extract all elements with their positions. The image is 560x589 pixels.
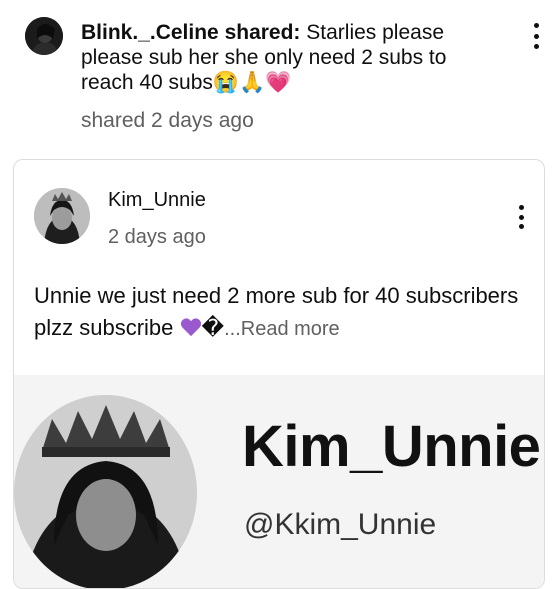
shared-post-card[interactable]: Kim_Unnie 2 days ago Unnie we just need … bbox=[13, 159, 545, 589]
more-vertical-icon[interactable] bbox=[526, 23, 546, 49]
image-channel-name: Kim_Unnie bbox=[242, 414, 541, 479]
author-avatar[interactable] bbox=[34, 188, 90, 244]
image-channel-handle: @Kkim_Unnie bbox=[244, 508, 437, 541]
share-emojis: 😭🙏💗 bbox=[212, 71, 292, 94]
replacement-character: � bbox=[201, 315, 225, 340]
post-author[interactable]: Kim_Unnie bbox=[108, 189, 206, 212]
purple-heart-icon bbox=[180, 318, 201, 337]
share-message: Blink._.Celine shared: Starlies please p… bbox=[81, 20, 481, 95]
share-timestamp: shared 2 days ago bbox=[81, 109, 254, 132]
more-vertical-icon[interactable] bbox=[511, 205, 531, 229]
sharer-avatar[interactable] bbox=[25, 17, 63, 55]
post-image[interactable]: Kim_Unnie @Kkim_Unnie bbox=[14, 375, 544, 588]
read-more-link[interactable]: ...Read more bbox=[224, 318, 340, 340]
post-text: Unnie we just need 2 more sub for 40 sub… bbox=[34, 280, 534, 345]
sharer-username[interactable]: Blink._.Celine bbox=[81, 21, 219, 44]
post-timestamp: 2 days ago bbox=[108, 226, 206, 248]
shared-label: shared: bbox=[224, 21, 301, 44]
